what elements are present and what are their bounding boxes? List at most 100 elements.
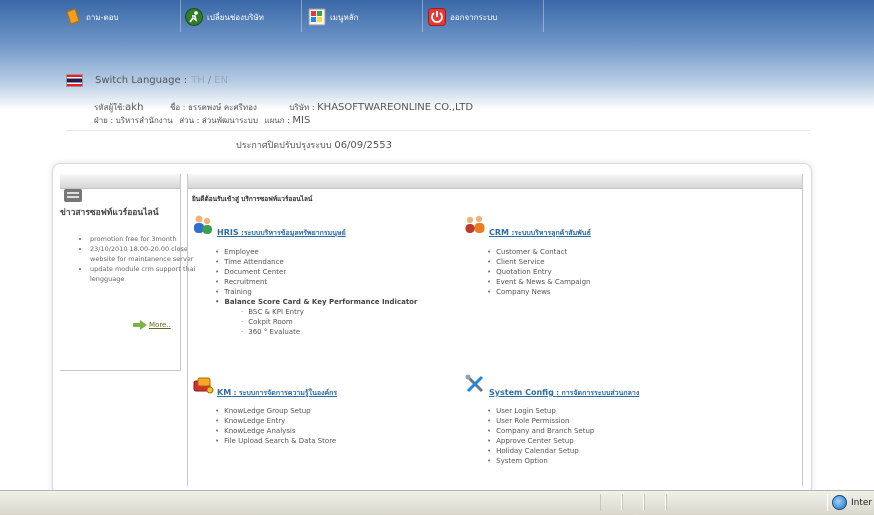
tools-icon [465,374,484,393]
hris-recruitment-link[interactable]: Recruitment [215,277,445,287]
system-config-module-link[interactable]: System Config : การจัดการระบบส่วนกลาง [489,388,639,399]
crm-customer-contact-link[interactable]: Customer & Contact [487,247,687,257]
section-name: ส่วนพัฒนาระบบ [201,116,258,125]
crm-client-service-link[interactable]: Client Service [487,257,687,267]
crm-event-news-campaign-link[interactable]: Event & News & Campaign [487,277,687,287]
dept-label: ฝ่าย : [94,116,114,125]
hris-bsc-kpi-link[interactable]: Balance Score Card & Key Performance Ind… [215,297,445,307]
main-panel-header-bar [188,174,802,189]
hris-module-link[interactable]: HRIS :ระบบบริหารข้อมูลทรัพยากรมนุษย์ [217,228,346,239]
hris-code: HRIS [217,228,239,237]
company-name: KHASOFTWAREONLINE CO.,LTD [317,102,474,113]
crm-title: :ระบบบริหารลูกค้าสัมพันธ์ [511,229,591,237]
system-config-code: System Config [489,388,554,397]
news-panel: ข่าวสารซอฟท์แวร์ออนไลน์ promotion free f… [60,174,195,371]
unit-name: MIS [292,115,311,126]
hris-training-link[interactable]: Training [215,287,445,297]
nav-logout-button[interactable]: ออกจากระบบ [428,3,497,31]
km-menu-list: KnowLedge Group Setup KnowLedge Entry Kn… [215,406,445,446]
km-code: KM [217,388,232,397]
km-title: : ระบบการจัดการความรู้ในองค์กร [233,389,338,397]
power-icon [428,8,446,26]
nav-qa-button[interactable]: ถาม-ตอบ [64,3,119,31]
status-cell [600,494,622,511]
status-cell [622,494,644,511]
hris-employee-link[interactable]: Employee [215,247,445,257]
nav-divider [180,0,181,32]
hris-document-center-link[interactable]: Document Center [215,267,445,277]
km-file-upload-link[interactable]: File Upload Search & Data Store [215,436,445,446]
hris-time-attendance-link[interactable]: Time Attendance [215,257,445,267]
people-group-icon [194,215,212,234]
config-system-option-link[interactable]: System Option [487,456,707,466]
user-name-label: ชื่อ : [169,103,186,112]
user-code-label: รหัสผู้ใช้: [94,103,126,112]
config-holiday-calendar-link[interactable]: Holiday Calendar Setup [487,446,707,456]
status-cell [666,494,828,511]
thai-flag-icon [66,74,83,87]
news-panel-header-bar [60,174,180,189]
user-code: akh [125,102,144,113]
system-config-title: : การจัดการระบบส่วนกลาง [556,389,640,397]
runner-icon [185,8,203,26]
divider [66,130,810,131]
news-title: ข่าวสารซอฟท์แวร์ออนไลน์ [60,208,159,218]
hris-title: :ระบบบริหารข้อมูลทรัพยากรมนุษย์ [241,229,346,237]
km-group-setup-link[interactable]: KnowLedge Group Setup [215,406,445,416]
nav-qa-label: ถาม-ตอบ [86,12,119,22]
hris-360-evaluate-link[interactable]: 360 ° Evaluate [215,327,445,337]
nav-main-menu-label: เมนูหลัก [330,12,359,22]
nav-divider [543,0,544,32]
nav-switch-company-button[interactable]: เปลี่ยนช่องบริษัท [185,3,264,31]
user-info-line2: ฝ่าย : บริหารสำนักงาน ส่วน : ส่วนพัฒนาระ… [94,114,310,127]
config-user-role-link[interactable]: User Role Permission [487,416,707,426]
hris-cokpit-room-link[interactable]: Cokpit Room [215,317,445,327]
newspaper-icon [64,189,82,202]
news-more-link[interactable]: More.. [149,321,171,329]
qa-book-icon [66,8,80,26]
top-navigation: ถาม-ตอบ เปลี่ยนช่องบริษัท เมนูหลัก ออกจา… [0,0,874,34]
system-config-menu-list: User Login Setup User Role Permission Co… [487,406,707,466]
language-en-link[interactable]: EN [214,75,228,86]
user-name: ธรรคพงษ์ คะศรีทอง [188,103,257,112]
crm-menu-list: Customer & Contact Client Service Quotat… [487,247,687,297]
config-company-branch-link[interactable]: Company and Branch Setup [487,426,707,436]
news-list: promotion free for 3month 23/10/2010 18.… [60,234,204,284]
nav-main-menu-button[interactable]: เมนูหลัก [308,3,359,31]
language-separator: / [207,75,212,86]
unit-label: แผนก : [264,116,290,125]
language-label: Switch Language : [95,75,188,86]
security-zone[interactable]: Inter [832,495,872,510]
customers-icon [465,215,485,233]
language-th-link[interactable]: TH [191,75,205,86]
hris-bsc-kpi-entry-link[interactable]: BSC & KPI Entry [215,307,445,317]
nav-switch-company-label: เปลี่ยนช่องบริษัท [207,12,264,22]
km-module-link[interactable]: KM : ระบบการจัดการความรู้ในองค์กร [217,388,337,399]
maintenance-notice: ประกาศปิดปรับปรุงระบบ 06/09/2553 [236,138,392,152]
km-entry-link[interactable]: KnowLedge Entry [215,416,445,426]
language-switcher: Switch Language : TH / EN [66,74,228,87]
user-info-line1: รหัสผู้ใช้:akh ชื่อ : ธรรคพงษ์ คะศรีทอง … [94,101,473,114]
nav-divider [422,0,423,32]
config-user-login-link[interactable]: User Login Setup [487,406,707,416]
nav-logout-label: ออกจากระบบ [450,12,498,22]
crm-quotation-entry-link[interactable]: Quotation Entry [487,267,687,277]
crm-code: CRM [489,228,509,237]
config-approve-center-link[interactable]: Approve Center Setup [487,436,707,446]
security-zone-label: Inter [851,497,873,508]
welcome-text: ยินดีต้อนรับเข้าสู่ บริการซอฟท์แวร์ออนไล… [192,195,313,203]
crm-module-link[interactable]: CRM :ระบบบริหารลูกค้าสัมพันธ์ [489,228,591,239]
crm-company-news-link[interactable]: Company News [487,287,687,297]
company-label: บริษัท : [289,103,315,112]
browser-status-bar: Inter [0,490,874,515]
km-analysis-link[interactable]: KnowLedge Analysis [215,426,445,436]
news-more[interactable]: More.. [133,320,171,330]
nav-divider [301,0,302,32]
knowledge-books-icon [193,377,214,394]
notice-date: 06/09/2553 [334,140,392,151]
section-label: ส่วน : [179,116,200,125]
status-cells [0,491,874,515]
hris-menu-list: Employee Time Attendance Document Center… [215,247,445,337]
windows-icon [308,8,326,26]
globe-icon [832,495,847,510]
